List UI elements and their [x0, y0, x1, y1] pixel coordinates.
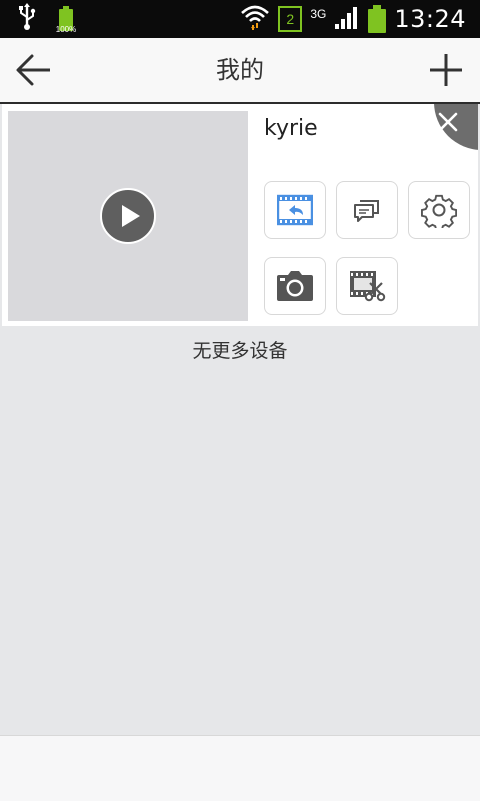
playback-icon: [277, 194, 313, 226]
status-bar-left: 100%: [16, 3, 76, 35]
clock: 13:24: [394, 5, 466, 33]
usb-icon: [16, 3, 38, 35]
device-name: kyrie: [264, 116, 318, 141]
messages-button[interactable]: [336, 181, 398, 239]
gear-icon: [421, 194, 457, 228]
video-thumbnail[interactable]: [8, 111, 248, 321]
clip-button[interactable]: [336, 257, 398, 315]
battery-icon: [368, 5, 387, 33]
settings-button[interactable]: [408, 181, 470, 239]
wifi-icon: [240, 3, 270, 35]
network-type-label: 3G: [310, 7, 327, 21]
app-bar: 我的: [0, 38, 480, 104]
page-title: 我的: [216, 56, 264, 84]
bottom-bar: [0, 735, 480, 801]
remove-device-button[interactable]: [418, 104, 478, 152]
plus-icon[interactable]: [426, 50, 466, 90]
film-scissors-icon: [350, 271, 386, 302]
no-more-devices-text: 无更多设备: [192, 340, 288, 362]
signal-icon: [334, 4, 360, 34]
camera-icon: [277, 271, 313, 301]
sim-icon: 2: [278, 6, 303, 32]
playback-button[interactable]: [264, 181, 326, 239]
close-icon: [438, 112, 458, 132]
status-bar: 100% 2 3G 13:24: [0, 0, 480, 38]
status-bar-right: 2 3G 13:24: [240, 4, 466, 34]
battery-percent: 100%: [55, 25, 77, 34]
device-card: kyrie: [2, 104, 478, 326]
play-icon[interactable]: [100, 188, 156, 244]
message-icon: [354, 200, 379, 222]
battery-icon: 100%: [56, 5, 76, 34]
snapshot-button[interactable]: [264, 257, 326, 315]
